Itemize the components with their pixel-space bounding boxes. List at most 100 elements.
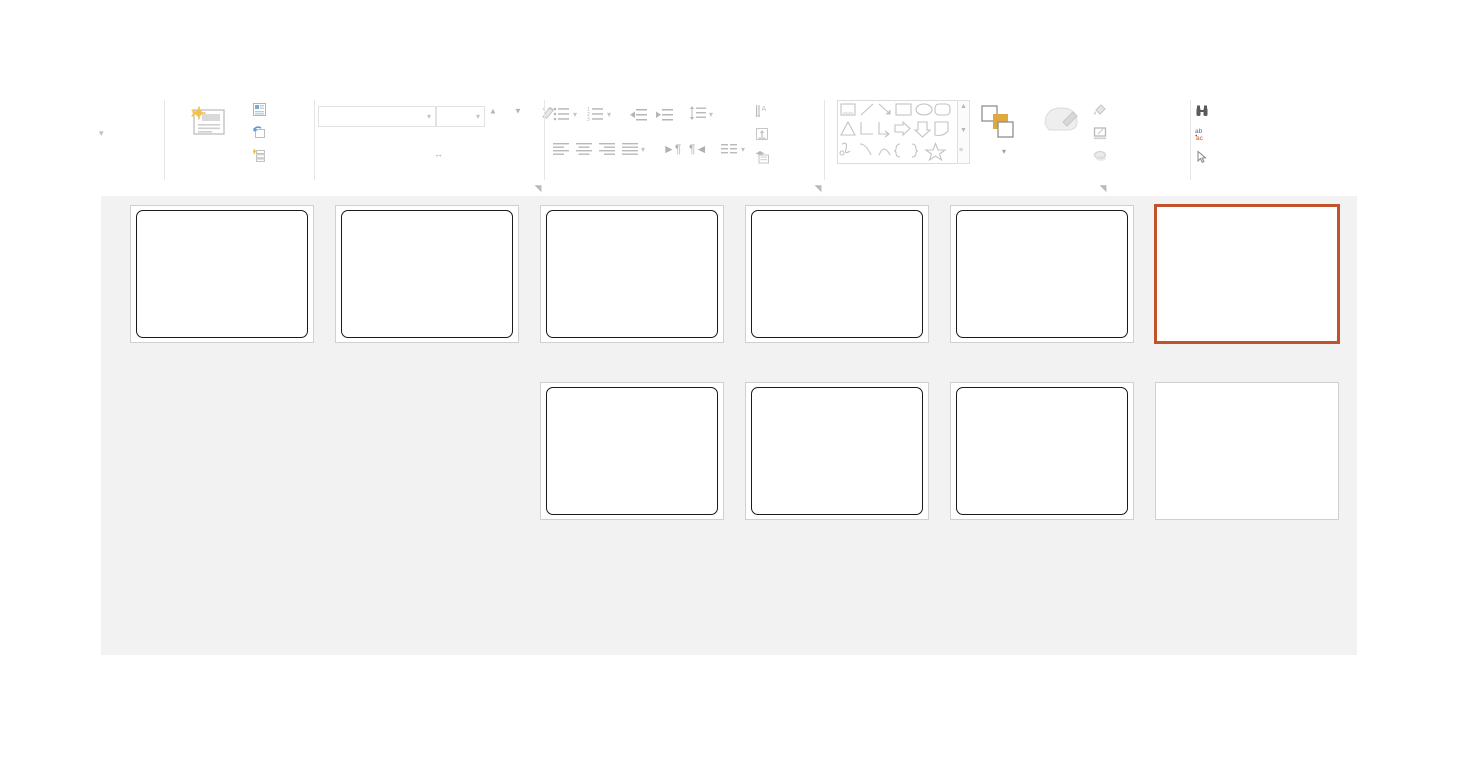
shape-outline-button[interactable] [1093,126,1107,143]
quick-styles-icon[interactable] [1039,100,1083,141]
slide-thumbnail-2[interactable] [949,204,1135,364]
scroll-up-icon[interactable]: ▲ [960,103,967,110]
align-right-button[interactable] [599,142,616,160]
content-placeholder [136,210,308,338]
character-spacing-button[interactable]: ↔ [434,138,443,160]
thumb-frame[interactable] [949,204,1135,344]
thumb-frame-selected[interactable] [1154,204,1340,344]
slide-image-python-group [552,256,658,334]
slide-thumbnail-1[interactable] [1154,204,1340,364]
increase-indent-button[interactable] [655,108,673,127]
line-spacing-chevron-icon[interactable]: ▾ [709,110,713,119]
numbering-chevron-icon[interactable]: ▾ [607,110,611,119]
drawing-dialog-launcher[interactable]: ◥ [1098,183,1108,193]
convert-to-smartart-button[interactable] [755,150,769,167]
content-placeholder [751,387,923,515]
arrange-chevron-icon: ▾ [1001,147,1006,156]
shape-fill-button[interactable] [1093,103,1107,120]
align-center-button[interactable] [576,142,593,160]
text-direction-button[interactable]: A [755,104,769,121]
thumb-meta [949,346,1131,364]
decrease-indent-button[interactable] [629,108,647,127]
align-left-button[interactable] [553,142,570,160]
ribbon: ▾ ▾ ▾ ▲ ▼ ↔ ◥ ▾ 1 2 3 ▾ ▾ ▾ ►¶ ¶◄ ▾ A ◥ … [99,92,1357,196]
align-text-button[interactable] [755,127,769,144]
chevron-down-icon: ▾ [426,112,431,121]
slide-canvas [746,206,928,342]
ribbon-group-font: ▾ ▾ ▲ ▼ ↔ ◥ [315,92,554,196]
layout-button[interactable] [253,103,266,119]
scroll-down-icon[interactable]: ▼ [960,127,967,134]
select-pointer-icon [1195,150,1209,167]
shapes-more-icon[interactable]: ≡ [959,147,963,154]
section-button[interactable] [252,149,266,165]
bullets-button[interactable] [553,106,571,127]
justify-button[interactable] [622,142,639,160]
increase-font-size-button[interactable]: ▲ [489,106,497,122]
shape-outline-icon [1093,126,1107,143]
new-slide-button[interactable] [165,138,251,153]
quick-styles-button[interactable] [1033,138,1089,153]
rtl-direction-button[interactable]: ¶◄ [689,142,707,156]
content-placeholder [956,387,1128,515]
thumb-meta [539,523,721,541]
content-placeholder [546,210,718,338]
slide-image-chameleon [753,430,849,514]
thumb-frame[interactable] [129,204,315,344]
columns-chevron-icon[interactable]: ▾ [741,145,745,154]
slide-thumbnail-5[interactable] [334,204,520,364]
line-spacing-button[interactable] [689,106,707,127]
ribbon-group-slides [165,92,315,196]
slide-thumbnail-7[interactable] [1154,381,1340,541]
shapes-gallery[interactable] [837,100,959,164]
slide-thumbnail-8[interactable] [949,381,1135,541]
justify-chevron-icon[interactable]: ▾ [641,145,645,154]
ribbon-group-drawing: ▲ ▼ ≡ ▾ ◥ [825,92,1110,196]
slide-sorter-workspace[interactable] [101,196,1357,655]
thumb-meta [949,523,1131,541]
slide-canvas [336,206,518,342]
slide-thumbnail-4[interactable] [539,204,725,364]
shapes-gallery-scrollbar[interactable]: ▲ ▼ ≡ [957,100,970,164]
decrease-font-size-button[interactable]: ▼ [514,106,522,122]
arrange-icon[interactable] [980,104,1024,147]
align-text-icon [755,127,769,144]
slide-thumbnail-3[interactable] [744,204,930,364]
text-direction-icon: A [755,104,769,121]
svg-text:3: 3 [587,117,590,122]
ribbon-group-editing: ab ac [1191,92,1331,196]
bullets-chevron-icon[interactable]: ▾ [573,110,577,119]
paragraph-dialog-launcher[interactable]: ◥ [813,183,823,193]
shape-effects-button[interactable] [1093,149,1107,166]
slide-thumbnail-9[interactable] [744,381,930,541]
slide-canvas [541,206,723,342]
thumb-frame[interactable] [744,381,930,521]
thumb-frame[interactable] [949,381,1135,521]
chevron-down-icon: ▾ [475,112,480,121]
reset-button[interactable] [253,126,266,142]
thumb-frame[interactable] [744,204,930,344]
ribbon-group-paragraph: ▾ 123 ▾ ▾ ▾ ►¶ ¶◄ ▾ A ◥ [545,92,825,196]
thumb-frame[interactable] [334,204,520,344]
clipboard-dialog-launcher[interactable] [141,183,151,193]
font-dialog-launcher[interactable]: ◥ [533,183,543,193]
svg-text:A: A [762,106,767,113]
section-icon [252,149,266,165]
arrange-button[interactable]: ▾ [973,146,1035,156]
thumb-meta [1154,346,1336,364]
numbering-button[interactable]: 123 [587,106,605,127]
thumb-frame[interactable] [539,381,725,521]
columns-button[interactable] [721,142,738,160]
new-slide-icon[interactable] [185,104,231,138]
font-size-combo[interactable]: ▾ [436,106,485,127]
slide-thumbnail-10[interactable] [539,381,725,541]
content-placeholder [751,210,923,338]
slide-thumbnail-6[interactable] [129,204,315,364]
slide-canvas [746,383,928,519]
thumb-frame[interactable] [539,204,725,344]
thumb-meta [539,346,721,364]
font-name-combo[interactable]: ▾ [318,106,436,127]
content-placeholder [546,387,718,515]
thumb-frame[interactable] [1154,381,1340,521]
ltr-direction-button[interactable]: ►¶ [663,142,681,156]
